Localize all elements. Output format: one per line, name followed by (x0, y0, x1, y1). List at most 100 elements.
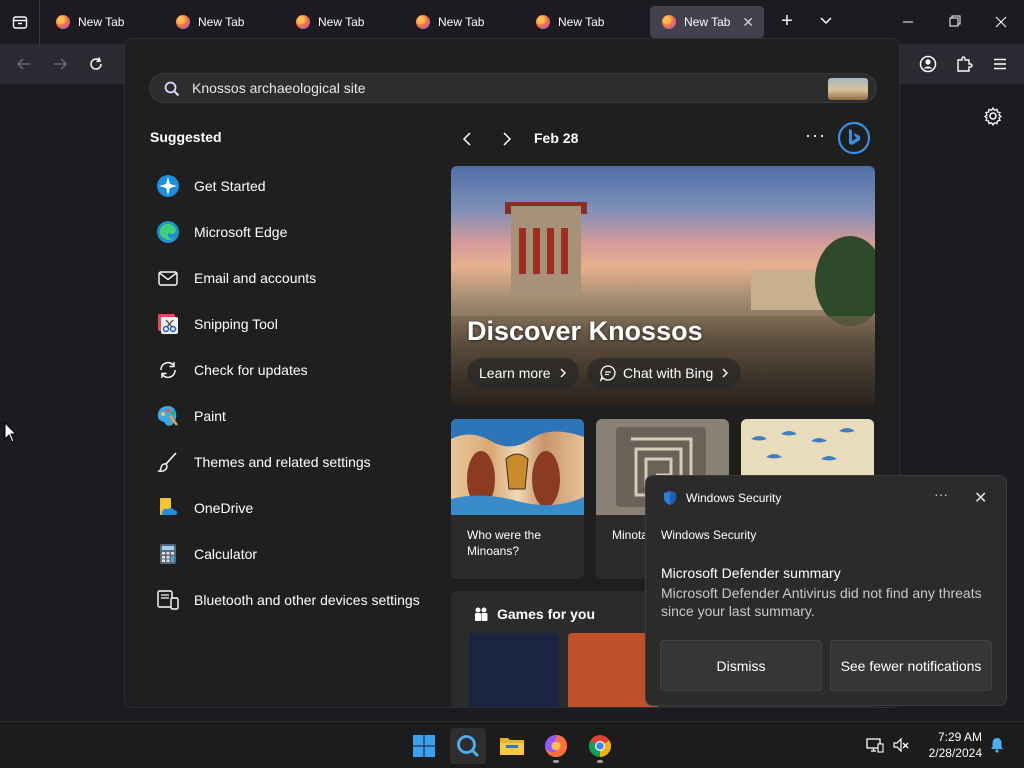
refresh-icon (155, 357, 181, 383)
toast-close-button[interactable]: ✕ (974, 488, 987, 508)
more-options-button[interactable]: ··· (805, 125, 826, 146)
toast-app-header: Windows Security (662, 490, 781, 506)
clock-time: 7:29 AM (937, 730, 982, 744)
new-tab-button[interactable]: + (776, 10, 798, 32)
card-minoans[interactable]: Who were the Minoans? (451, 419, 584, 579)
minimize-button[interactable] (896, 10, 920, 34)
suggested-label: Themes and related settings (194, 454, 371, 470)
tab-2[interactable]: New Tab (164, 6, 278, 38)
firefox-icon (56, 15, 70, 29)
firefox-icon (545, 735, 567, 757)
toast-body: Microsoft Defender Antivirus did not fin… (661, 585, 982, 619)
bing-chat-button[interactable] (837, 121, 871, 155)
chevron-right-icon (503, 132, 512, 146)
suggested-snipping-tool[interactable]: Snipping Tool (155, 301, 435, 347)
games-icon (475, 607, 488, 621)
suggested-label: Check for updates (194, 362, 308, 378)
app-menu-button[interactable] (988, 52, 1012, 76)
chrome-taskbar-button[interactable] (582, 728, 618, 764)
game-tile[interactable] (469, 633, 559, 707)
clock-date: 2/28/2024 (928, 746, 982, 760)
dismiss-button[interactable]: Dismiss (660, 640, 822, 691)
suggested-email-and-accounts[interactable]: Email and accounts (155, 255, 435, 301)
account-button[interactable] (916, 52, 940, 76)
tab-label: New Tab (78, 15, 125, 29)
network-icon[interactable] (866, 736, 884, 754)
suggested-themes-settings[interactable]: Themes and related settings (155, 439, 435, 485)
chat-with-bing-button[interactable]: Chat with Bing (587, 358, 742, 388)
running-indicator (553, 760, 559, 763)
back-button[interactable] (12, 52, 36, 76)
firefox-taskbar-button[interactable] (538, 728, 574, 764)
tree (815, 236, 875, 326)
snipping-tool-icon (155, 311, 181, 337)
suggested-bluetooth-devices[interactable]: Bluetooth and other devices settings (155, 577, 435, 623)
list-all-tabs-button[interactable] (815, 10, 837, 32)
start-button[interactable] (406, 728, 442, 764)
page-settings-button[interactable] (982, 105, 1004, 127)
firefox-icon (536, 15, 550, 29)
games-heading: Games for you (473, 606, 595, 622)
minoan-fresco-image (451, 419, 584, 515)
suggested-microsoft-edge[interactable]: Microsoft Edge (155, 209, 435, 255)
card-caption: Who were the Minoans? (467, 528, 542, 558)
games-title: Games for you (497, 606, 596, 622)
search-icon (457, 735, 480, 758)
tab-close-icon[interactable]: ✕ (742, 14, 754, 31)
suggested-get-started[interactable]: Get Started (155, 163, 435, 209)
suggested-label: Calculator (194, 546, 258, 562)
firefox-view-button[interactable] (0, 0, 40, 44)
windows-logo-icon (413, 735, 435, 757)
firefox-icon (296, 15, 310, 29)
account-icon (919, 55, 937, 73)
taskbar: 7:29 AM 2/28/2024 (0, 721, 1024, 768)
suggested-label: OneDrive (194, 500, 254, 516)
toast-heading: Microsoft Defender summary (661, 565, 841, 581)
palace-column (519, 228, 526, 274)
hero-card-knossos[interactable]: Discover Knossos Learn more Chat with Bi… (451, 166, 875, 406)
arrow-right-icon (54, 58, 68, 70)
suggested-label: Snipping Tool (194, 316, 278, 332)
suggested-list: Get Started Microsoft Edge Email and acc… (155, 163, 435, 623)
edge-icon (155, 219, 181, 245)
suggested-label: Email and accounts (194, 270, 317, 286)
gear-icon (983, 106, 1003, 127)
search-box[interactable] (149, 73, 877, 103)
forward-button[interactable] (48, 52, 72, 76)
learn-more-label: Learn more (479, 365, 551, 381)
system-clock[interactable]: 7:29 AM 2/28/2024 (912, 729, 982, 761)
tab-3[interactable]: New Tab (284, 6, 398, 38)
search-input[interactable] (192, 78, 792, 98)
suggested-check-for-updates[interactable]: Check for updates (155, 347, 435, 393)
next-day-button[interactable] (495, 127, 519, 151)
suggested-paint[interactable]: Paint (155, 393, 435, 439)
reload-icon (90, 57, 102, 70)
extensions-button[interactable] (952, 52, 976, 76)
suggested-calculator[interactable]: Calculator (155, 531, 435, 577)
learn-more-button[interactable]: Learn more (467, 358, 579, 388)
firefox-view-icon (12, 16, 27, 29)
previous-day-button[interactable] (455, 127, 479, 151)
search-taskbar-button[interactable] (450, 728, 486, 764)
chevron-right-icon (722, 368, 729, 378)
devices-icon (155, 587, 181, 613)
tab-1[interactable]: New Tab (44, 6, 158, 38)
volume-muted-icon[interactable] (892, 736, 910, 754)
toast-more-options-button[interactable]: ··· (934, 486, 948, 502)
palace-column (533, 228, 540, 274)
reload-button[interactable] (84, 52, 108, 76)
maximize-button[interactable] (943, 10, 967, 34)
see-fewer-notifications-button[interactable]: See fewer notifications (830, 640, 992, 691)
calculator-icon (155, 541, 181, 567)
file-explorer-button[interactable] (494, 728, 530, 764)
tab-6-active[interactable]: New Tab ✕ (650, 6, 764, 38)
notification-toast: Windows Security ··· ✕ Windows Security … (645, 475, 1007, 706)
tab-4[interactable]: New Tab (404, 6, 518, 38)
notification-bell-icon[interactable] (988, 736, 1006, 754)
close-window-button[interactable] (989, 10, 1013, 34)
suggested-onedrive[interactable]: OneDrive (155, 485, 435, 531)
get-started-icon (155, 173, 181, 199)
tab-5[interactable]: New Tab (524, 6, 638, 38)
search-highlight-thumbnail[interactable] (828, 78, 868, 100)
running-indicator (597, 760, 603, 763)
